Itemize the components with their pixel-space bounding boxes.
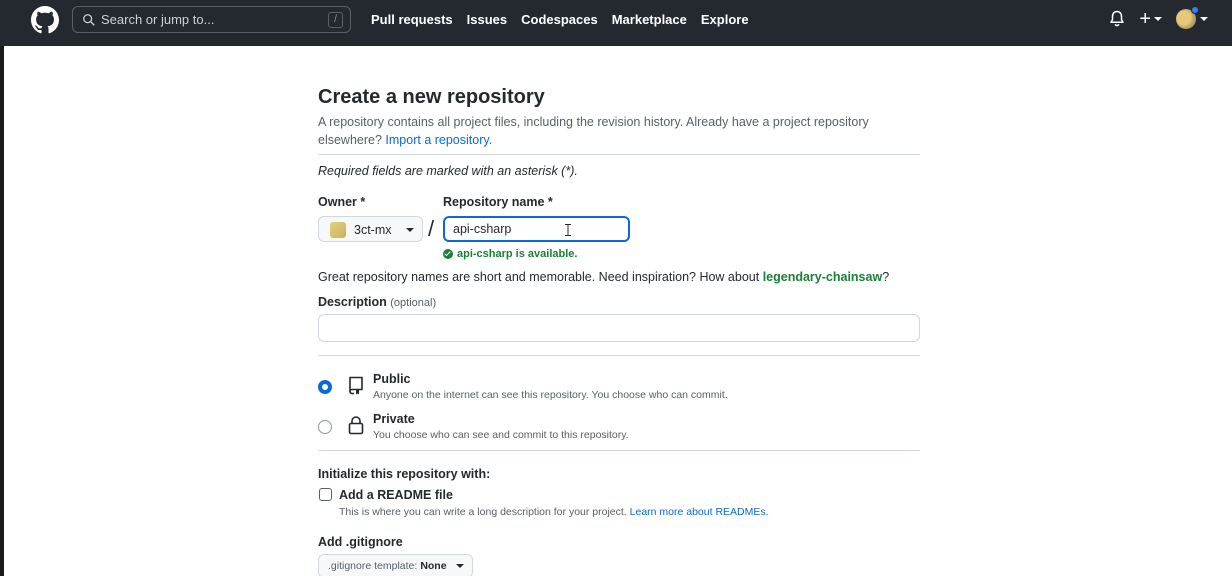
- divider: [318, 355, 920, 356]
- owner-label: Owner *: [318, 195, 366, 209]
- private-option-title: Private: [373, 412, 415, 426]
- private-option-description: You choose who can see and commit to thi…: [373, 429, 629, 441]
- avatar: [1176, 6, 1199, 29]
- chevron-down-icon: [455, 564, 464, 568]
- header-actions: +: [1109, 6, 1208, 29]
- chevron-down-icon: [406, 228, 414, 232]
- user-menu-button[interactable]: [1176, 6, 1208, 29]
- divider: [318, 154, 920, 155]
- text-cursor-icon: [565, 224, 571, 236]
- initialize-heading: Initialize this repository with:: [318, 467, 491, 481]
- readme-checkbox[interactable]: [319, 488, 332, 501]
- nav-issues[interactable]: Issues: [467, 12, 507, 27]
- create-new-button[interactable]: +: [1139, 9, 1162, 29]
- bell-icon[interactable]: [1109, 10, 1125, 28]
- description-label-text: Description: [318, 295, 387, 309]
- inspiration-text: Great repository names are short and mem…: [318, 270, 760, 284]
- divider: [318, 450, 920, 451]
- owner-repo-separator: /: [428, 216, 435, 241]
- lock-icon: [348, 416, 364, 435]
- readme-desc-text: This is where you can write a long descr…: [339, 506, 627, 518]
- search-shortcut-badge: /: [328, 12, 343, 28]
- owner-select[interactable]: 3ct-mx: [318, 216, 423, 242]
- import-repository-link[interactable]: Import a repository.: [385, 133, 492, 147]
- public-option-title: Public: [373, 372, 411, 386]
- search-placeholder: Search or jump to...: [101, 12, 215, 27]
- gitignore-prefix: .gitignore template:: [328, 560, 418, 572]
- github-logo-icon[interactable]: [31, 6, 59, 34]
- public-radio[interactable]: [318, 380, 332, 394]
- plus-icon: +: [1139, 8, 1151, 30]
- learn-more-readmes-link[interactable]: Learn more about READMEs.: [630, 506, 769, 518]
- page-title: Create a new repository: [318, 86, 545, 108]
- required-fields-note: Required fields are marked with an aster…: [318, 164, 578, 178]
- global-header: Search or jump to... / Pull requests Iss…: [0, 0, 1232, 46]
- description-input[interactable]: [318, 314, 920, 342]
- gitignore-value: None: [420, 560, 447, 572]
- availability-message: api-csharp is available.: [443, 248, 577, 260]
- repo-icon: [349, 376, 363, 395]
- window-edge: [0, 46, 4, 576]
- repository-name-input[interactable]: [443, 216, 630, 242]
- availability-text: api-csharp is available.: [457, 248, 578, 260]
- nav-explore[interactable]: Explore: [701, 12, 749, 27]
- global-nav: Pull requests Issues Codespaces Marketpl…: [371, 12, 749, 27]
- nav-pull-requests[interactable]: Pull requests: [371, 12, 453, 27]
- readme-option-title: Add a README file: [339, 488, 453, 502]
- nav-marketplace[interactable]: Marketplace: [612, 12, 687, 27]
- search-input[interactable]: Search or jump to... /: [72, 6, 351, 33]
- description-label: Description (optional): [318, 295, 436, 309]
- check-circle-icon: [443, 249, 453, 259]
- optional-tag: (optional): [390, 297, 437, 309]
- suggestion-suffix: ?: [882, 270, 890, 284]
- gitignore-label: Add .gitignore: [318, 535, 403, 549]
- gitignore-template-select[interactable]: .gitignore template: None: [318, 554, 473, 576]
- name-inspiration: Great repository names are short and mem…: [318, 270, 889, 284]
- chevron-down-icon: [1154, 17, 1162, 21]
- search-icon: [83, 14, 95, 26]
- readme-option-description: This is where you can write a long descr…: [339, 506, 769, 518]
- suggested-name-link[interactable]: legendary-chainsaw: [763, 270, 883, 284]
- public-option-description: Anyone on the internet can see this repo…: [373, 389, 728, 401]
- page-description: A repository contains all project files,…: [318, 113, 908, 149]
- owner-name: 3ct-mx: [354, 223, 392, 237]
- nav-codespaces[interactable]: Codespaces: [521, 12, 598, 27]
- owner-avatar: [330, 222, 346, 238]
- notification-dot: [1191, 6, 1199, 14]
- repository-name-label: Repository name *: [443, 195, 553, 209]
- private-radio[interactable]: [318, 420, 332, 434]
- chevron-down-icon: [1200, 17, 1208, 21]
